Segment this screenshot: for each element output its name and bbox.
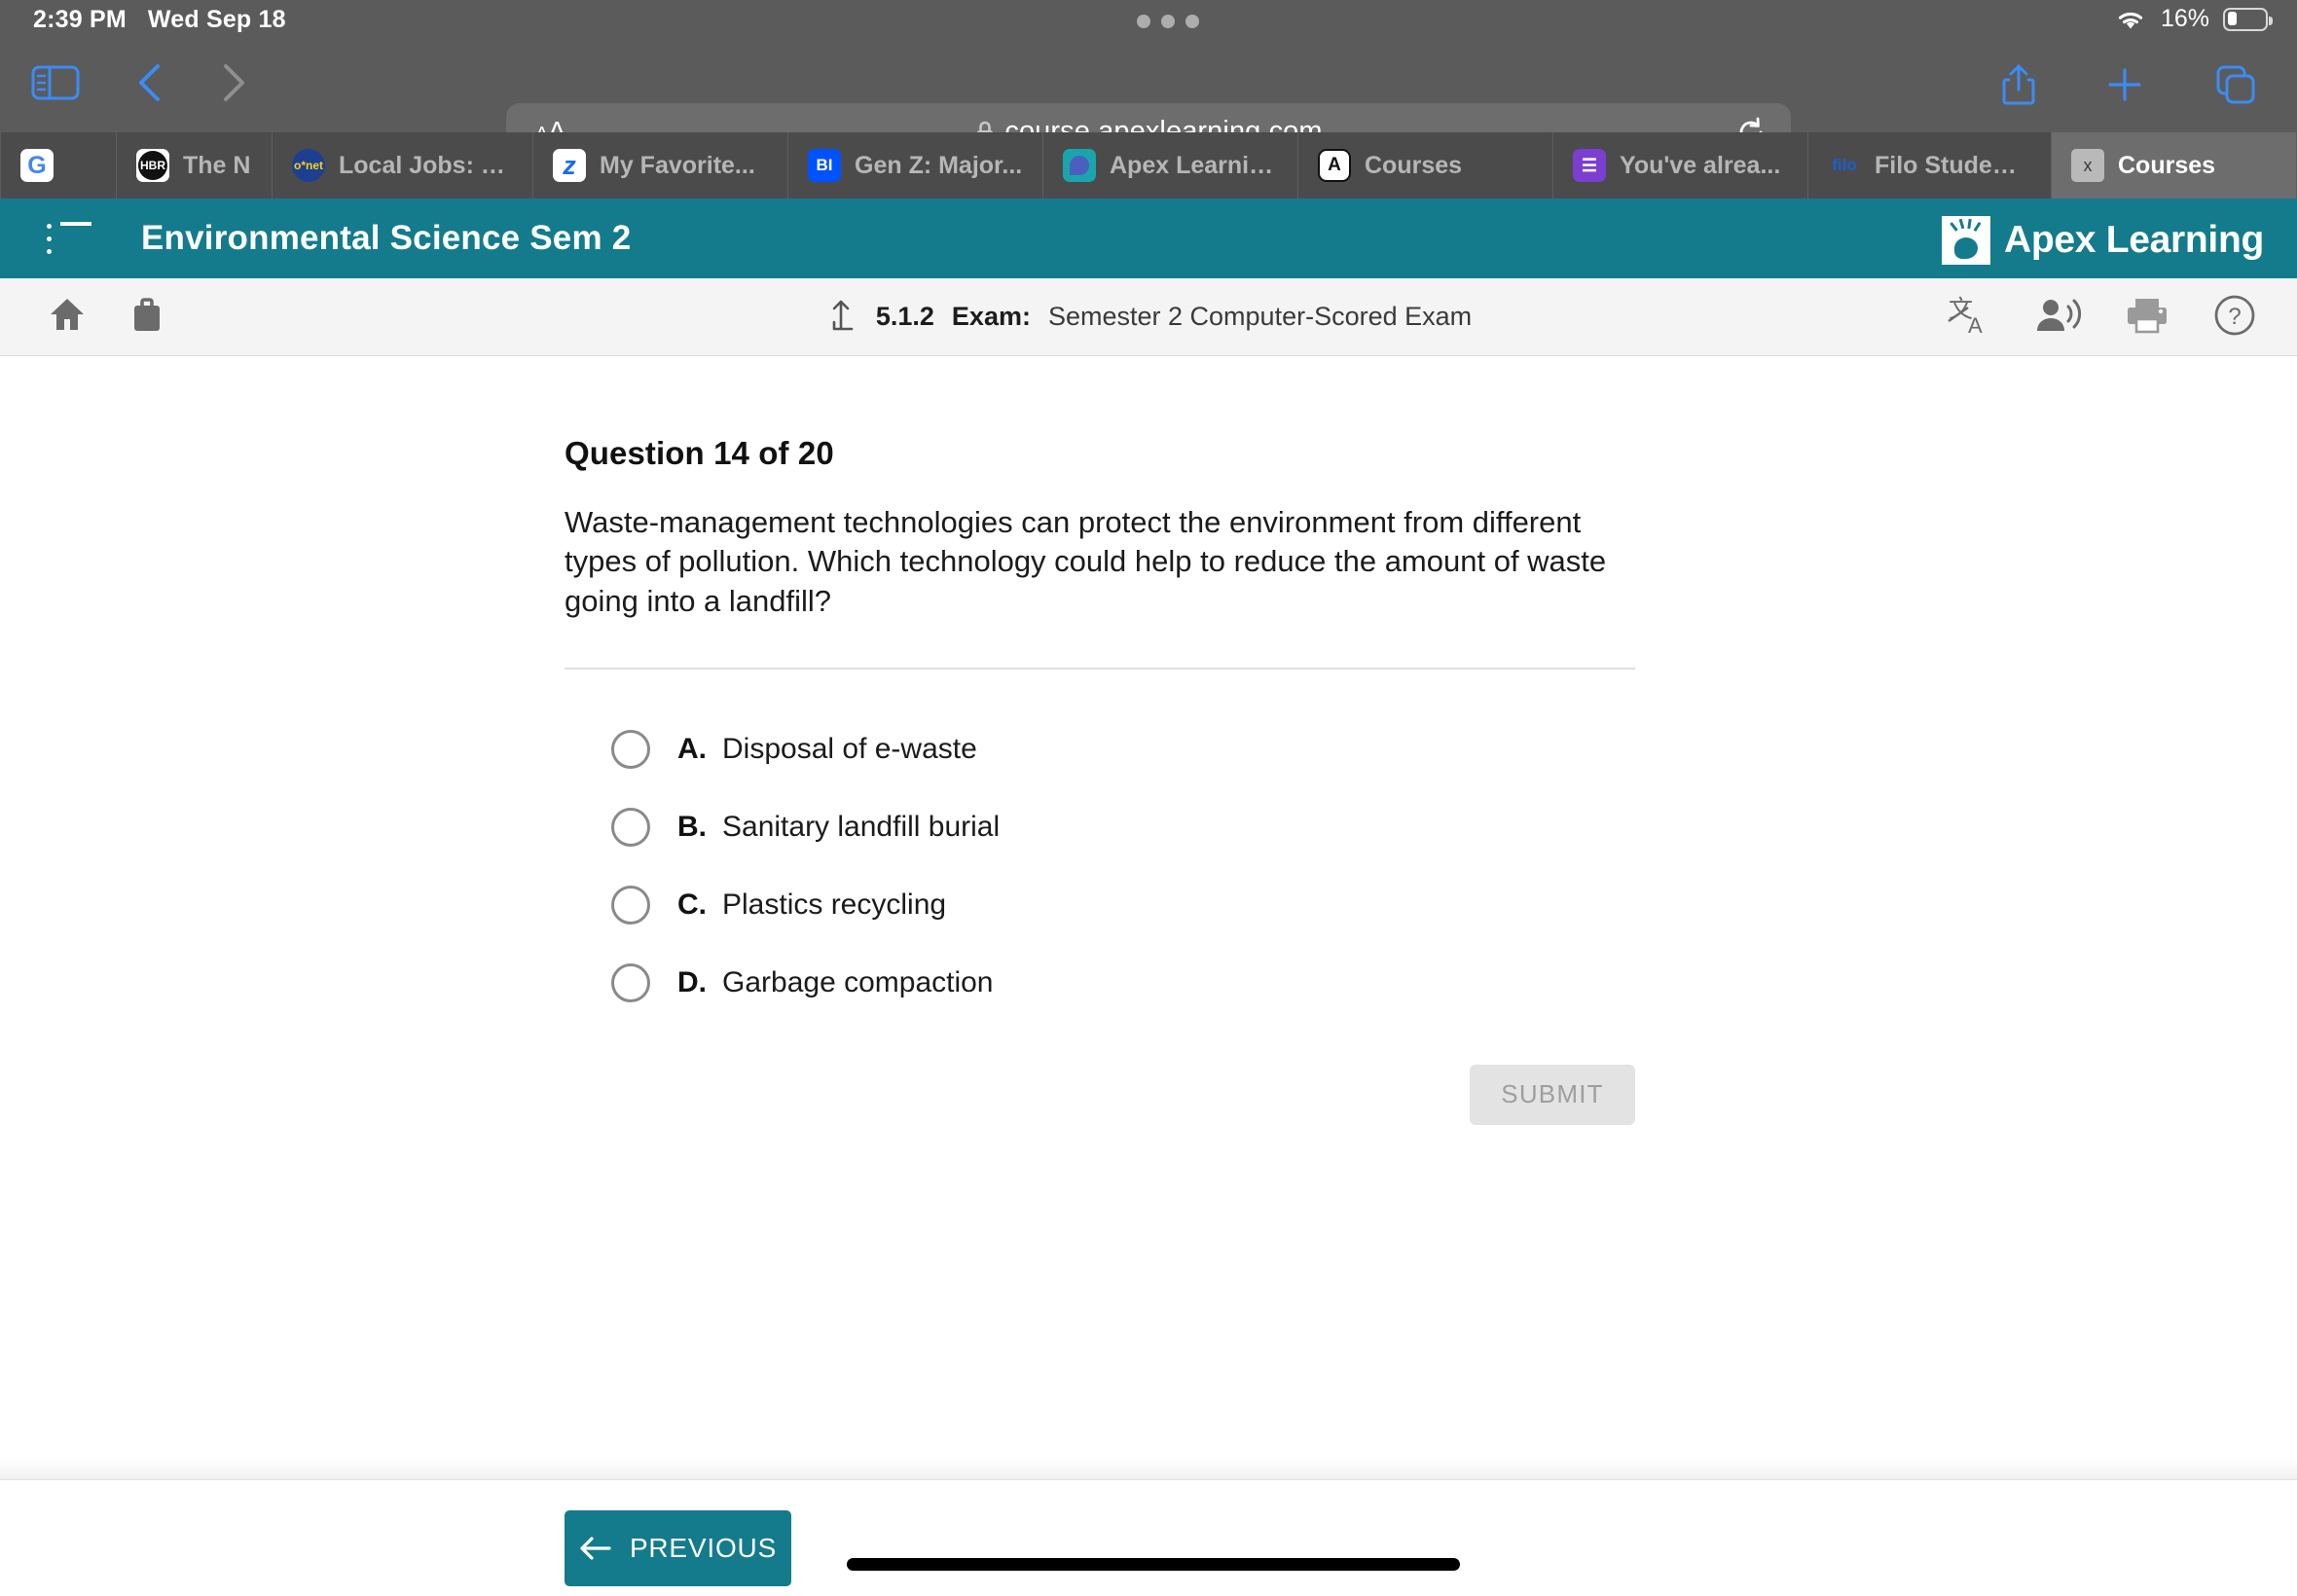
option-letter: A. [677, 732, 707, 765]
radio-button-a[interactable] [611, 729, 650, 769]
option-letter: D. [677, 965, 707, 998]
read-aloud-icon[interactable] [2034, 294, 2083, 337]
translate-icon[interactable]: 文 A [1947, 292, 1993, 339]
status-time: 2:39 PM [33, 6, 127, 33]
option-text: Garbage compaction [722, 965, 994, 998]
apex-learning-icon [1063, 149, 1096, 182]
browser-tab[interactable]: A Courses [1298, 132, 1553, 199]
battery-percent: 16% [2160, 5, 2209, 32]
battery-icon [2223, 7, 2273, 31]
browser-tab[interactable]: HBR The N [117, 132, 273, 199]
hbr-icon: HBR [136, 149, 169, 182]
option-text: Sanitary landfill burial [722, 810, 1001, 843]
tab-label: My Favorite... [600, 151, 755, 179]
exam-footer: PREVIOUS [0, 1479, 2297, 1596]
browser-tab[interactable]: G [0, 132, 117, 199]
browser-tab[interactable]: o*net Local Jobs: 1... [273, 132, 533, 199]
apex-learning-logo: Apex Learning [1942, 216, 2264, 265]
submit-row: SUBMIT [565, 1064, 1635, 1125]
brand-text: Apex Learning [2004, 219, 2264, 261]
apex-logo-mark [1942, 216, 1990, 265]
exam-content: Question 14 of 20 Waste-management techn… [0, 357, 2297, 1479]
letter-a-icon: A [1318, 149, 1351, 182]
status-bar-right: 16% [2114, 5, 2273, 33]
answer-option-d[interactable]: D. Garbage compaction [565, 944, 1635, 1022]
sidebar-toggle-icon[interactable] [31, 64, 80, 101]
chevron-right-icon [220, 62, 247, 103]
browser-tab[interactable]: z My Favorite... [533, 132, 788, 199]
answer-option-c[interactable]: C. Plastics recycling [565, 866, 1635, 944]
ipad-safari-screen: 2:39 PM Wed Sep 18 16% A course.apexlear… [0, 0, 2297, 1596]
option-letter: C. [677, 888, 707, 921]
safari-toolbar: AA course.apexlearning.com [0, 43, 2297, 158]
x-icon[interactable]: x [2071, 149, 2104, 182]
svg-text:?: ? [2228, 304, 2241, 330]
course-title: Environmental Science Sem 2 [141, 219, 632, 257]
multitask-handle[interactable] [1137, 15, 1199, 28]
svg-text:A: A [1968, 313, 1983, 338]
wifi-icon [2114, 7, 2147, 32]
browser-tab[interactable]: BI Gen Z: Major... [788, 132, 1043, 199]
onet-icon: o*net [292, 149, 325, 182]
submit-button[interactable]: SUBMIT [1470, 1064, 1635, 1125]
purple-list-icon: ☰ [1573, 149, 1606, 182]
ziprecruiter-icon: z [553, 149, 586, 182]
status-date: Wed Sep 18 [147, 6, 286, 33]
browser-tab[interactable]: ☰ You've alrea... [1553, 132, 1808, 199]
option-text: Plastics recycling [722, 888, 947, 921]
previous-label: PREVIOUS [629, 1533, 778, 1563]
divider [565, 667, 1635, 670]
question-heading: Question 14 of 20 [565, 435, 834, 471]
previous-button[interactable]: PREVIOUS [565, 1510, 791, 1586]
browser-tab-active[interactable]: x Courses [2052, 132, 2297, 199]
browser-tab[interactable]: filo Filo Student:... [1808, 132, 2052, 199]
tab-label: Courses [1365, 151, 1463, 179]
tab-label: You've alrea... [1620, 151, 1781, 179]
option-letter: B. [677, 810, 707, 843]
lesson-toolbar: 5.1.2 Exam: Semester 2 Computer-Scored E… [0, 278, 2297, 356]
home-indicator[interactable] [847, 1558, 1460, 1571]
option-text: Disposal of e-waste [722, 732, 977, 765]
radio-button-b[interactable] [611, 807, 650, 847]
upload-arrow-icon[interactable] [825, 296, 858, 337]
tab-strip: G HBR The N o*net Local Jobs: 1... z My … [0, 132, 2297, 199]
content-bottom-shadow [0, 1458, 2297, 1479]
tab-label: Filo Student:... [1875, 151, 2031, 179]
radio-button-c[interactable] [611, 885, 650, 925]
filo-icon: filo [1828, 149, 1861, 182]
lesson-number: 5.1.2 [875, 301, 934, 331]
help-circle-icon[interactable]: ? [2211, 292, 2258, 339]
radio-button-d[interactable] [611, 962, 650, 1002]
tab-label: Local Jobs: 1... [339, 151, 513, 179]
google-icon: G [20, 149, 54, 182]
question-block: Question 14 of 20 Waste-management techn… [565, 435, 1635, 1125]
tabs-icon[interactable] [2213, 62, 2258, 107]
chevron-left-icon[interactable] [136, 62, 164, 103]
hamburger-menu-icon[interactable] [47, 222, 91, 255]
tab-label: Apex Learning [1110, 151, 1278, 179]
answer-option-b[interactable]: B. Sanitary landfill burial [565, 788, 1635, 866]
tab-label: Courses [2118, 151, 2216, 179]
status-bar-left: 2:39 PM Wed Sep 18 [33, 6, 286, 34]
question-prompt: Waste-management technologies can protec… [565, 505, 1607, 618]
lesson-name: Semester 2 Computer-Scored Exam [1047, 301, 1473, 331]
arrow-left-icon [579, 1536, 612, 1561]
tab-label: The N [183, 151, 251, 179]
ios-status-bar: 2:39 PM Wed Sep 18 16% [0, 0, 2297, 43]
answer-options: A. Disposal of e-waste B. Sanitary landf… [565, 710, 1635, 1022]
tab-label: Gen Z: Major... [855, 151, 1023, 179]
answer-option-a[interactable]: A. Disposal of e-waste [565, 710, 1635, 788]
business-insider-icon: BI [808, 149, 841, 182]
course-header: Environmental Science Sem 2 Apex Learnin… [0, 199, 2297, 278]
share-icon[interactable] [2001, 62, 2036, 107]
print-icon[interactable] [2124, 294, 2170, 337]
browser-tab[interactable]: Apex Learning [1043, 132, 1298, 199]
plus-icon[interactable] [2104, 64, 2145, 105]
lesson-kind: Exam: [951, 301, 1031, 331]
